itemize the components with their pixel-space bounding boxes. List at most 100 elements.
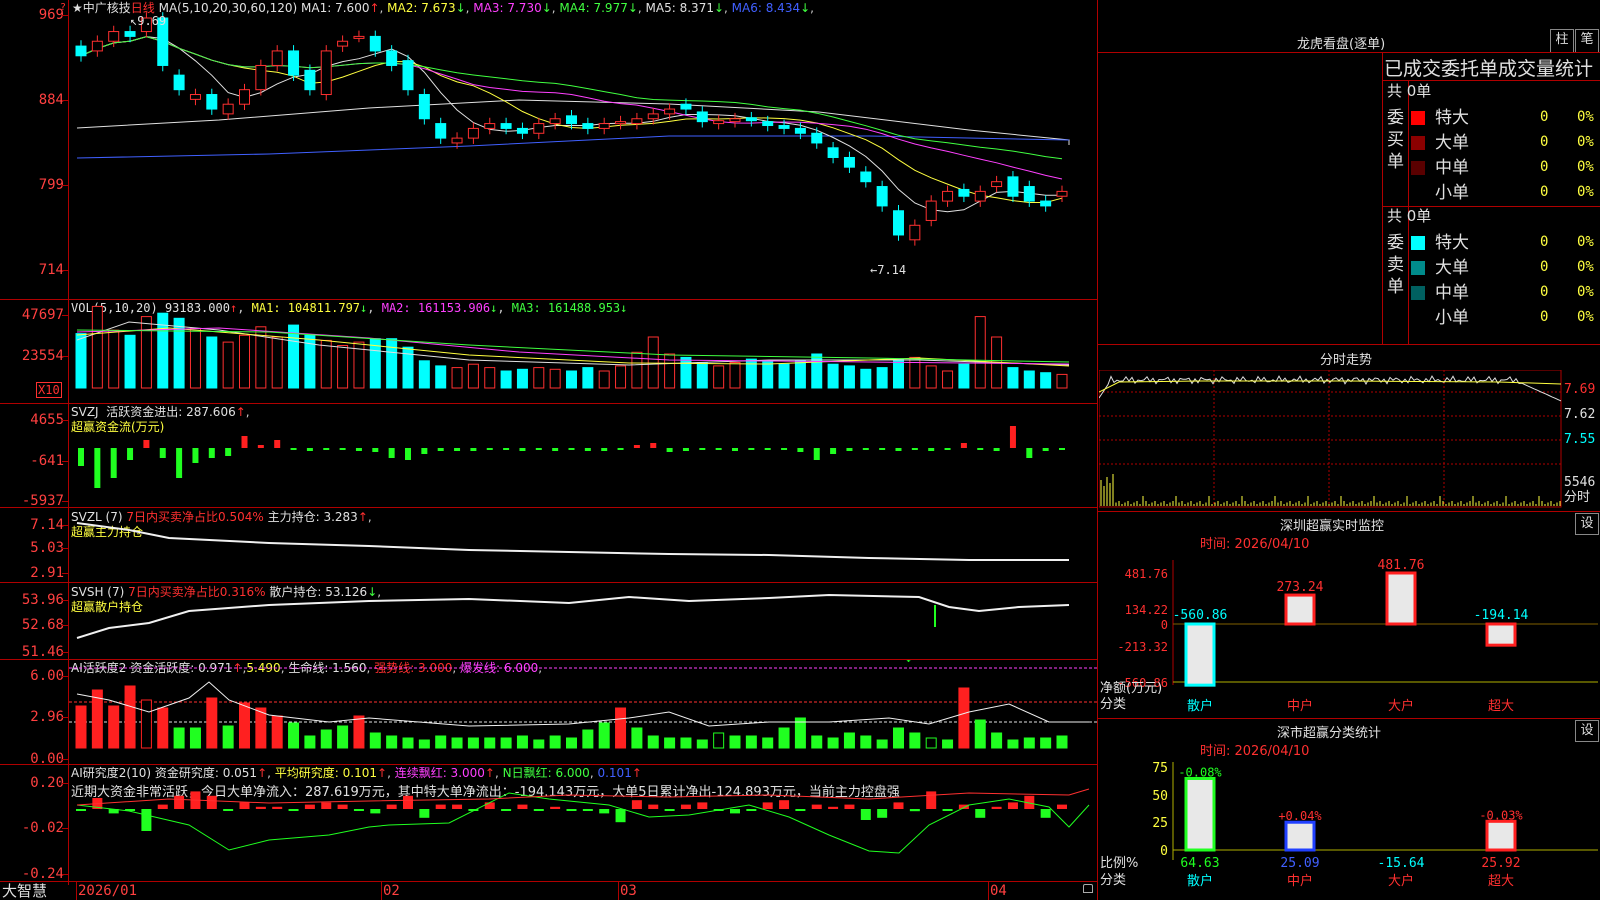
candle[interactable] bbox=[876, 186, 888, 207]
candle[interactable] bbox=[582, 123, 594, 129]
capital-flow-chart[interactable] bbox=[69, 404, 1097, 507]
candle[interactable] bbox=[843, 156, 855, 168]
candle[interactable] bbox=[696, 111, 708, 123]
candle[interactable] bbox=[729, 118, 741, 123]
candle[interactable] bbox=[353, 35, 365, 39]
bar-mode-button[interactable]: 柱 bbox=[1550, 29, 1574, 53]
candle[interactable] bbox=[418, 94, 430, 120]
candle[interactable] bbox=[1023, 186, 1035, 202]
activity-bar bbox=[598, 722, 610, 749]
candle[interactable] bbox=[75, 45, 87, 57]
candle[interactable] bbox=[942, 190, 954, 202]
candle[interactable] bbox=[533, 123, 545, 134]
candle[interactable] bbox=[108, 31, 120, 42]
candle[interactable] bbox=[239, 89, 250, 105]
candle[interactable] bbox=[778, 125, 790, 129]
ai-research-chart[interactable] bbox=[69, 765, 1097, 881]
date-label: 02 bbox=[383, 883, 400, 899]
flow-bar bbox=[208, 448, 215, 458]
candle[interactable] bbox=[304, 69, 316, 91]
retail-holding-chart[interactable] bbox=[69, 583, 1097, 659]
research-bar bbox=[419, 809, 430, 818]
candle[interactable] bbox=[271, 50, 283, 66]
candle[interactable] bbox=[189, 94, 201, 100]
net-amount-chart[interactable]: 481.76134.220-213.32-560.86-560.86273.24… bbox=[1098, 555, 1600, 715]
candle[interactable] bbox=[598, 123, 610, 129]
candle[interactable] bbox=[386, 50, 398, 66]
net-amount-bar[interactable] bbox=[1485, 622, 1517, 647]
flow-bar bbox=[323, 448, 330, 450]
candle[interactable] bbox=[91, 40, 103, 52]
candle[interactable] bbox=[860, 171, 872, 183]
candle[interactable] bbox=[402, 60, 414, 91]
research-bar bbox=[517, 804, 528, 809]
candle[interactable] bbox=[680, 103, 692, 110]
candle[interactable] bbox=[516, 127, 528, 134]
ratio-bar[interactable] bbox=[1485, 819, 1517, 852]
candle[interactable] bbox=[206, 94, 218, 110]
volume-bar bbox=[974, 316, 986, 389]
research-bar bbox=[174, 795, 185, 809]
candle[interactable] bbox=[925, 200, 937, 221]
candle[interactable] bbox=[435, 123, 447, 139]
candle[interactable] bbox=[320, 50, 332, 96]
stats-settings-button[interactable]: 设 bbox=[1575, 720, 1599, 742]
candle[interactable] bbox=[369, 35, 381, 52]
candle[interactable] bbox=[909, 224, 921, 241]
candle[interactable] bbox=[794, 127, 806, 134]
candle[interactable] bbox=[991, 181, 1003, 188]
candle[interactable] bbox=[664, 108, 676, 115]
candle[interactable] bbox=[647, 113, 659, 120]
candle[interactable] bbox=[762, 121, 774, 127]
volume-bar bbox=[958, 363, 970, 389]
volume-bar bbox=[598, 370, 610, 389]
candle[interactable] bbox=[811, 132, 823, 144]
candle[interactable] bbox=[631, 118, 643, 125]
candle[interactable] bbox=[500, 123, 512, 129]
candle[interactable] bbox=[222, 103, 234, 115]
volume-bar bbox=[271, 336, 283, 389]
candle[interactable] bbox=[549, 118, 561, 125]
monitor-settings-button[interactable]: 设 bbox=[1575, 513, 1599, 535]
tick-mode-button[interactable]: 笔 bbox=[1575, 29, 1599, 53]
candle[interactable] bbox=[893, 210, 904, 236]
candle[interactable] bbox=[255, 64, 267, 91]
ratio-bar[interactable] bbox=[1184, 776, 1216, 852]
candlestick-chart[interactable] bbox=[69, 0, 1097, 299]
net-amount-bar[interactable] bbox=[1284, 593, 1316, 626]
ratio-bar[interactable] bbox=[1284, 820, 1316, 852]
candle[interactable] bbox=[484, 123, 496, 129]
ai-activity-chart[interactable]: ↓ bbox=[69, 660, 1097, 764]
activity-bar bbox=[811, 735, 823, 749]
candle[interactable] bbox=[288, 50, 300, 76]
candle[interactable] bbox=[451, 137, 463, 144]
order-side-char: 单 bbox=[1387, 277, 1404, 297]
candle[interactable] bbox=[1056, 190, 1068, 197]
volume-chart[interactable] bbox=[69, 300, 1097, 403]
intraday-chart[interactable] bbox=[1099, 370, 1600, 510]
activity-bar bbox=[729, 735, 741, 749]
candle[interactable] bbox=[827, 147, 839, 158]
candle[interactable] bbox=[467, 127, 479, 139]
candle[interactable] bbox=[713, 120, 725, 125]
net-amount-bar[interactable] bbox=[1385, 571, 1417, 626]
candle[interactable] bbox=[974, 190, 986, 202]
candle[interactable] bbox=[615, 121, 627, 125]
candle[interactable] bbox=[958, 188, 970, 197]
volume-bar bbox=[239, 334, 250, 389]
candle[interactable] bbox=[745, 117, 757, 122]
net-amount-bar[interactable] bbox=[1184, 622, 1216, 687]
ratio-chart[interactable]: 75 50 25 0 -0.08% 64.63 散户 +0.04% 25.09 中户 -15.64 大… bbox=[1098, 760, 1600, 900]
main-holding-chart[interactable] bbox=[69, 508, 1097, 582]
activity-bar bbox=[909, 732, 921, 749]
candle[interactable] bbox=[1040, 200, 1052, 207]
flow-bar bbox=[290, 448, 297, 450]
volume-bar bbox=[467, 363, 479, 389]
candle[interactable] bbox=[566, 115, 577, 125]
candle[interactable] bbox=[1007, 176, 1019, 197]
candle[interactable] bbox=[337, 40, 349, 47]
flow-bar bbox=[274, 440, 281, 448]
activity-bar bbox=[893, 727, 904, 749]
candle[interactable] bbox=[173, 74, 185, 91]
candle[interactable] bbox=[124, 31, 136, 37]
